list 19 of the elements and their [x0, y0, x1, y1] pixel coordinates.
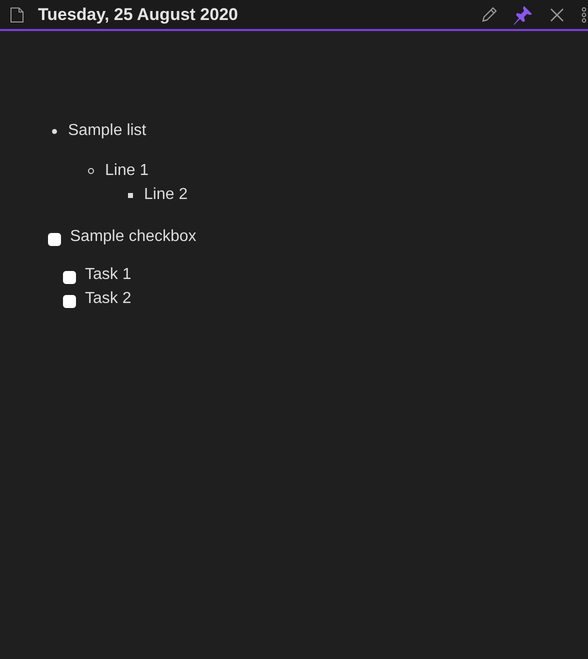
close-icon: [550, 8, 564, 22]
pin-button[interactable]: [512, 4, 534, 26]
list-item: Line 1: [105, 161, 149, 181]
checkbox[interactable]: [63, 270, 76, 284]
bullet-icon: [128, 192, 133, 198]
checkbox[interactable]: [63, 294, 76, 308]
bullet-icon: [52, 128, 57, 134]
checkbox-label: Task 1: [85, 265, 132, 285]
more-icon: [581, 6, 587, 22]
pin-icon: [513, 4, 533, 24]
checkbox-label: Sample checkbox: [70, 227, 196, 247]
list-item: Sample list: [68, 121, 146, 141]
document-icon: [10, 6, 24, 22]
bullet-icon: [88, 168, 94, 174]
checkbox-label: Task 2: [85, 289, 132, 309]
note-title: Tuesday, 25 August 2020: [38, 4, 238, 26]
checkbox[interactable]: [48, 232, 61, 246]
list-item: Line 2: [144, 185, 188, 205]
pencil-icon: [480, 6, 498, 24]
